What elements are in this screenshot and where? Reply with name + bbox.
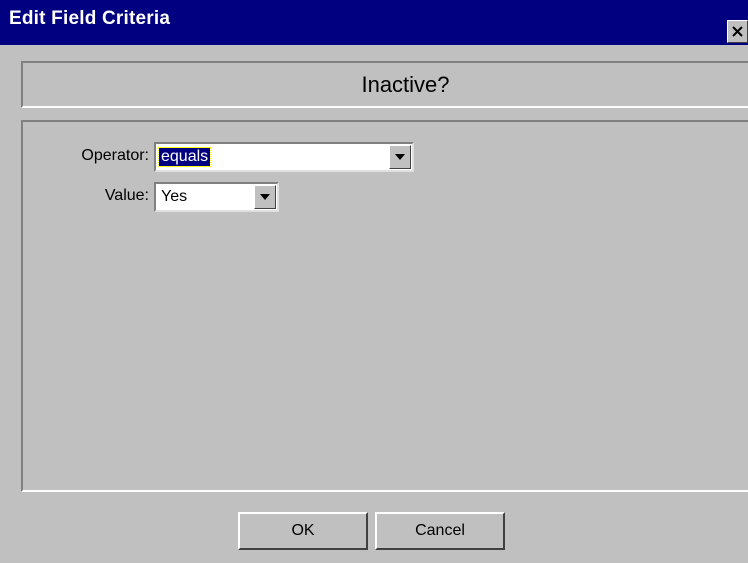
- chevron-down-icon: [260, 194, 270, 200]
- value-selected-value: Yes: [161, 188, 188, 205]
- field-header-panel: Inactive?: [21, 61, 748, 108]
- close-button[interactable]: [727, 20, 748, 43]
- cancel-button[interactable]: Cancel: [375, 512, 505, 550]
- window-title: Edit Field Criteria: [9, 8, 171, 29]
- field-name-heading: Inactive?: [361, 72, 450, 97]
- title-bar: Edit Field Criteria: [0, 0, 748, 45]
- operator-dropdown[interactable]: equals: [154, 142, 414, 172]
- close-icon: [732, 26, 743, 37]
- operator-label: Operator:: [81, 147, 149, 164]
- chevron-down-icon: [395, 154, 405, 160]
- operator-dropdown-button[interactable]: [389, 145, 411, 169]
- operator-selected-value: equals: [157, 147, 212, 167]
- criteria-panel: Operator: equals Value: Yes: [21, 120, 748, 492]
- value-dropdown[interactable]: Yes: [154, 182, 279, 212]
- ok-button[interactable]: OK: [238, 512, 368, 550]
- value-dropdown-button[interactable]: [254, 185, 276, 209]
- value-label: Value:: [104, 187, 149, 204]
